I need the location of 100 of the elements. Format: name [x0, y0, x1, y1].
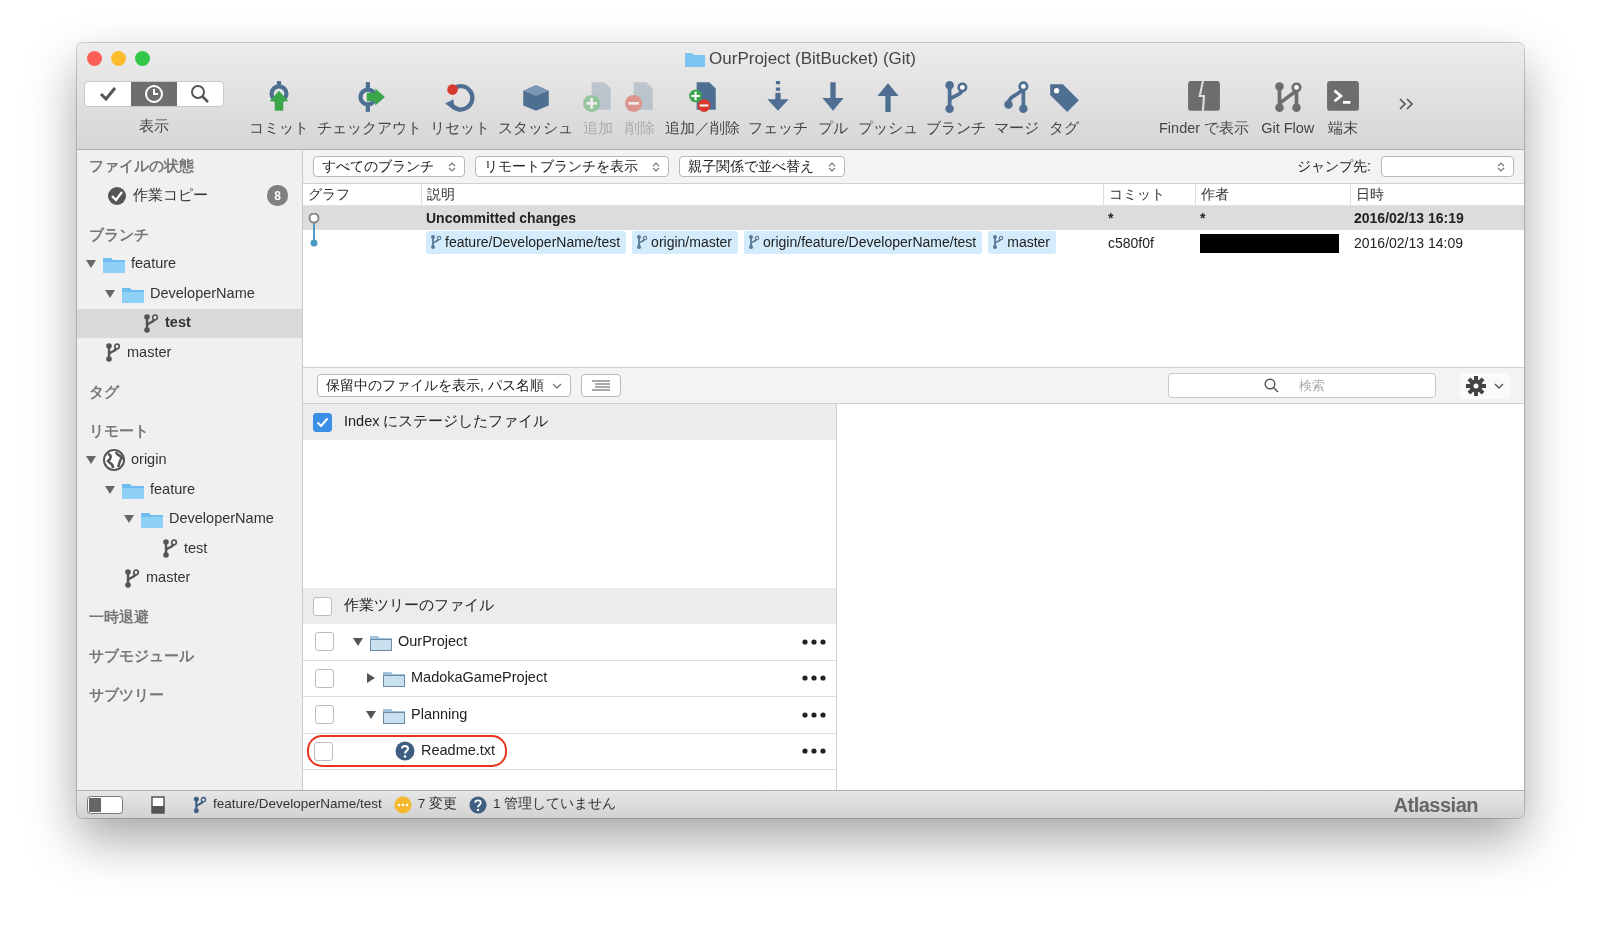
commit-date: 2016/02/13 14:09 [1354, 235, 1463, 251]
checkbox[interactable] [314, 741, 333, 761]
toolbar-button[interactable]: タグ [1043, 80, 1085, 140]
toolbar-button[interactable]: リセット [426, 80, 494, 140]
check-circle-icon [107, 185, 127, 206]
sidebar-item[interactable]: test [77, 308, 302, 338]
updown-chevron-icon [448, 160, 456, 173]
more-options-icon[interactable] [802, 638, 826, 645]
more-options-icon[interactable] [802, 748, 826, 755]
expand-triangle-icon[interactable] [365, 672, 377, 685]
view-segment[interactable] [131, 82, 177, 106]
search-icon [190, 84, 210, 104]
branch-label[interactable]: origin/feature/DeveloperName/test [744, 230, 983, 254]
sidebar-item[interactable]: master [77, 338, 302, 368]
settings-icon [1466, 375, 1486, 396]
toolbar-button[interactable]: チェックアウト [313, 80, 426, 140]
sidebar-item[interactable]: origin [77, 445, 302, 475]
clock-icon [144, 84, 164, 104]
dropdown[interactable]: すべてのブランチ [313, 156, 465, 177]
sidebar-item[interactable]: test [77, 534, 302, 564]
question-mark-icon [395, 741, 415, 762]
section-heading: サブツリー [88, 686, 165, 705]
branch-icon [103, 342, 121, 364]
checkbox[interactable] [313, 596, 332, 616]
branch-icon [636, 234, 649, 251]
more-options-icon[interactable] [802, 711, 826, 718]
toolbar-button[interactable]: ブランチ [922, 80, 990, 140]
section-heading: 一時退避 [88, 608, 150, 627]
toolbar-button[interactable]: Finder で表示 [1153, 80, 1256, 140]
globe-icon [103, 449, 125, 472]
collapse-triangle-icon[interactable] [365, 708, 377, 721]
collapse-triangle-icon[interactable] [352, 635, 364, 648]
checkbox[interactable] [315, 668, 334, 688]
toolbar-button[interactable]: プッシュ [854, 80, 922, 140]
collapse-triangle-icon[interactable] [104, 483, 116, 496]
sidebar-item[interactable]: master [77, 563, 302, 593]
search-icon [1264, 378, 1279, 393]
branch-label[interactable]: master [988, 230, 1057, 254]
folder-icon [103, 255, 125, 274]
toolbar-button[interactable]: マージ [990, 80, 1043, 140]
column-header[interactable]: グラフ [303, 184, 421, 205]
branch-label[interactable]: origin/master [632, 230, 738, 254]
checkmark-icon [316, 416, 329, 428]
column-header[interactable]: コミット [1103, 184, 1195, 205]
file-name: Planning [411, 704, 468, 724]
chevron-down-icon [551, 381, 562, 390]
toolbar-button[interactable]: フェッチ [744, 80, 812, 140]
folder-icon [685, 51, 706, 67]
view-label: 表示 [139, 117, 169, 136]
section-heading: ファイルの状態 [88, 157, 195, 176]
sidebar-toggle-icon[interactable] [87, 795, 123, 814]
commit-graph-node [307, 213, 321, 230]
updown-chevron-icon [828, 160, 836, 173]
window-control-button[interactable] [87, 51, 102, 66]
checkbox[interactable] [315, 632, 334, 652]
branch-icon [430, 234, 442, 251]
count-badge: 8 [267, 185, 288, 207]
more-options-icon[interactable] [802, 675, 826, 682]
branch-icon [141, 312, 159, 334]
updown-chevron-icon [1497, 160, 1505, 173]
checkmark-icon [98, 84, 118, 104]
file-view-dropdown[interactable]: 保留中のファイルを表示, パス名順 [317, 374, 571, 397]
toolbar-button[interactable]: 追加／削除 [661, 80, 744, 140]
sidebar-item[interactable]: 作業コピー 8 [77, 181, 302, 211]
folder-icon [141, 510, 163, 529]
question-mark-icon [469, 795, 488, 814]
section-label: 作業ツリーのファイル [344, 596, 494, 616]
dropdown[interactable]: リモートブランチを表示 [475, 156, 669, 177]
file-name: MadokaGameProject [411, 668, 548, 688]
collapse-triangle-icon[interactable] [104, 287, 116, 300]
sidebar-item[interactable]: feature [77, 249, 302, 279]
checkbox[interactable] [313, 412, 332, 432]
toolbar-button[interactable]: Git Flow [1255, 80, 1321, 140]
branch-name: feature/DeveloperName/test [213, 795, 382, 814]
untracked-count: 1 管理していません [493, 795, 617, 814]
branch-label[interactable]: feature/DeveloperName/test [426, 230, 627, 254]
sidebar-item[interactable]: DeveloperName [77, 279, 302, 309]
column-header[interactable]: 日時 [1350, 184, 1524, 205]
toolbar-button[interactable]: コミット [245, 80, 313, 140]
settings-menu-button[interactable] [1460, 372, 1510, 399]
window-title: OurProject (BitBucket) (Git) [709, 48, 916, 71]
commit-message: Uncommitted changes [426, 209, 577, 226]
column-header[interactable]: 説明 [421, 184, 1103, 205]
branch-icon [160, 538, 178, 560]
section-heading: タグ [88, 382, 121, 402]
toolbar-button[interactable]: プル [812, 80, 854, 140]
column-header[interactable]: 作者 [1195, 184, 1350, 205]
commit-hash: * [1108, 209, 1114, 226]
search-field[interactable]: 検索 [1168, 373, 1436, 398]
section-heading: リモート [88, 421, 150, 441]
dropdown[interactable]: 親子関係で並べ替え [679, 156, 845, 177]
sidebar-item[interactable]: DeveloperName [77, 504, 302, 534]
branch-icon [748, 234, 760, 251]
toolbar-button[interactable]: 端末 [1320, 80, 1367, 140]
brand-name: Atlassian [1393, 792, 1478, 818]
toolbar-button[interactable]: スタッシュ [494, 80, 577, 140]
sidebar-item[interactable]: feature [77, 475, 302, 505]
checkbox[interactable] [315, 705, 334, 725]
updown-chevron-icon [652, 160, 660, 173]
panel-toggle-icon[interactable] [151, 795, 165, 814]
